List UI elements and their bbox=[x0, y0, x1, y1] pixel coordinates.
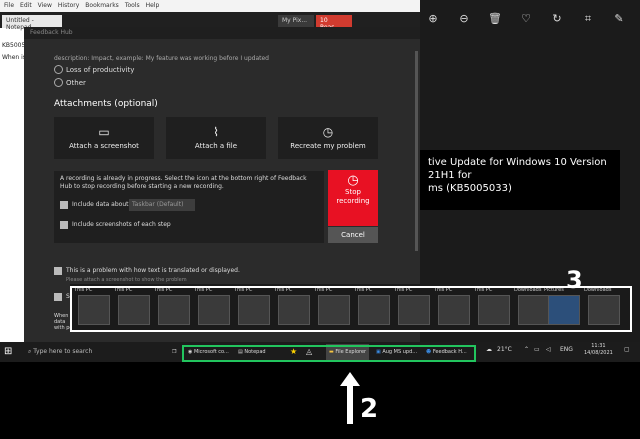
option-loss: Loss of productivity bbox=[66, 66, 135, 74]
recreate-label: Recreate my problem bbox=[290, 142, 366, 150]
notifications-icon[interactable]: ▢ bbox=[624, 346, 630, 353]
radio-loss[interactable] bbox=[54, 65, 63, 74]
menu-help[interactable]: Help bbox=[146, 2, 160, 10]
windows-start-icon[interactable]: ⊞ bbox=[4, 346, 12, 357]
stop-label: Stop recording bbox=[336, 188, 370, 205]
photos-toolbar: ⊕ ⊖ 🗑 ♡ ↻ ⌗ ✎ ⇪ ⋯ bbox=[426, 12, 640, 26]
screen: ⊕ ⊖ 🗑 ♡ ↻ ⌗ ✎ ⇪ ⋯ tive Update for Window… bbox=[0, 0, 640, 439]
callout-box-3 bbox=[70, 286, 632, 332]
include-screens-checkbox[interactable] bbox=[60, 221, 68, 229]
network-icon[interactable]: ▭ bbox=[534, 346, 540, 353]
screenshot-icon: ▭ bbox=[98, 125, 110, 139]
photo-text: tive Update for Windows 10 Version 21H1 … bbox=[428, 157, 607, 194]
clock[interactable]: 11:31 14/08/2021 bbox=[584, 343, 613, 357]
callout-box-taskbar bbox=[182, 345, 476, 362]
menu-history[interactable]: History bbox=[58, 2, 79, 10]
save-checkbox[interactable] bbox=[54, 293, 62, 301]
paperclip-icon: ⌇ bbox=[213, 125, 219, 139]
rotate-icon[interactable]: ↻ bbox=[550, 12, 564, 26]
time: 11:31 bbox=[591, 343, 606, 349]
callout-number-2: 2 bbox=[360, 394, 379, 424]
edit-icon[interactable]: ✎ bbox=[612, 12, 626, 26]
data-source-dropdown[interactable]: Taskbar (Default) bbox=[129, 199, 195, 211]
menu-view[interactable]: View bbox=[38, 2, 52, 10]
callout-number-3: 3 bbox=[566, 266, 583, 294]
menu-tools[interactable]: Tools bbox=[125, 2, 140, 10]
menu-bookmarks[interactable]: Bookmarks bbox=[85, 2, 119, 10]
photo-content: tive Update for Windows 10 Version 21H1 … bbox=[420, 150, 620, 210]
temperature[interactable]: 21°C bbox=[497, 346, 512, 353]
translation-label: This is a problem with how text is trans… bbox=[66, 267, 240, 274]
stopwatch-icon: ◷ bbox=[347, 173, 359, 188]
attach-file-label: Attach a file bbox=[194, 142, 238, 150]
weather-icon[interactable]: ☁ bbox=[486, 346, 492, 353]
intro-text: description: Impact, example: My feature… bbox=[54, 55, 269, 62]
include-data-label: Include data about bbox=[72, 201, 129, 208]
hub-scrollbar[interactable] bbox=[415, 51, 418, 251]
include-data-checkbox[interactable] bbox=[60, 201, 68, 209]
stop-recording-button[interactable]: ◷ Stop recording bbox=[328, 170, 378, 226]
zoom-out-icon[interactable]: ⊖ bbox=[457, 12, 471, 26]
menubar: File Edit View History Bookmarks Tools H… bbox=[0, 0, 420, 12]
delete-icon[interactable]: 🗑 bbox=[488, 12, 502, 26]
option-other: Other bbox=[66, 79, 86, 87]
attach-screenshot-button[interactable]: ▭ Attach a screenshot bbox=[54, 117, 154, 159]
volume-icon[interactable]: ◁ bbox=[546, 346, 551, 353]
date: 14/08/2021 bbox=[584, 350, 613, 356]
radio-other[interactable] bbox=[54, 78, 63, 87]
tray-chevron-icon[interactable]: ⌃ bbox=[524, 346, 529, 353]
favorite-icon[interactable]: ♡ bbox=[519, 12, 533, 26]
taskbar-search[interactable]: ⌕ Type here to search bbox=[22, 344, 162, 360]
menu-edit[interactable]: Edit bbox=[20, 2, 32, 10]
crop-icon[interactable]: ⌗ bbox=[581, 12, 595, 26]
translation-checkbox[interactable] bbox=[54, 267, 62, 275]
menu-file[interactable]: File bbox=[4, 2, 14, 10]
language[interactable]: ENG bbox=[560, 346, 573, 353]
search-placeholder: Type here to search bbox=[33, 348, 93, 355]
attachments-heading: Attachments (optional) bbox=[54, 99, 158, 109]
attach-screenshot-label: Attach a screenshot bbox=[69, 142, 139, 150]
recording-message: A recording is already in progress. Sele… bbox=[60, 175, 307, 190]
task-view-icon[interactable]: ❐ bbox=[172, 344, 176, 360]
browser-tabs: Untitled - Notepad My Pix... 10 Reas... bbox=[0, 12, 420, 31]
include-screens-label: Include screenshots of each step bbox=[72, 221, 171, 228]
callout-arrow-icon bbox=[340, 372, 360, 424]
attach-file-button[interactable]: ⌇ Attach a file bbox=[166, 117, 266, 159]
hub-title: Feedback Hub bbox=[24, 27, 420, 39]
cancel-button[interactable]: Cancel bbox=[328, 227, 378, 243]
zoom-in-icon[interactable]: ⊕ bbox=[426, 12, 440, 26]
stopwatch-icon: ◷ bbox=[322, 125, 334, 139]
recreate-problem-button[interactable]: ◷ Recreate my problem bbox=[278, 117, 378, 159]
translation-sub: Please attach a screenshot to show the p… bbox=[66, 277, 187, 283]
